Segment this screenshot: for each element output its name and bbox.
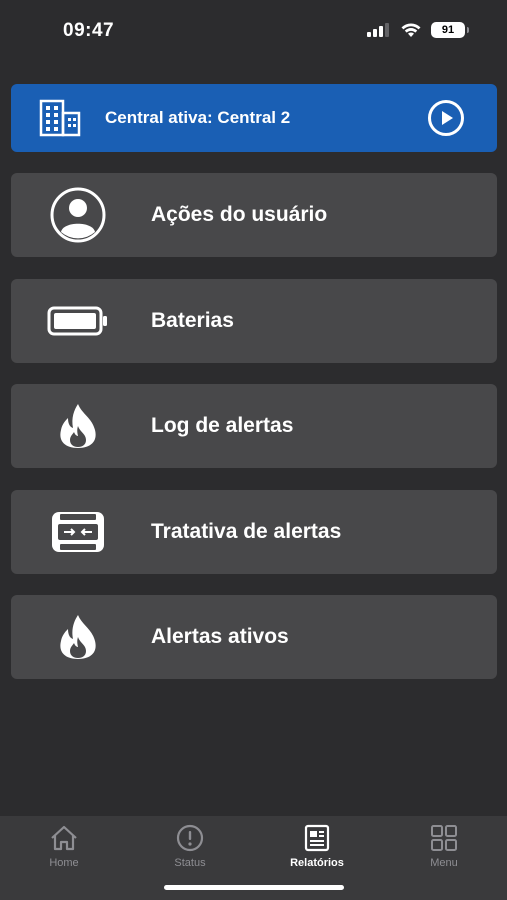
menu-item-label: Tratativa de alertas xyxy=(151,520,342,543)
menu-item-label: Alertas ativos xyxy=(151,625,289,648)
user-icon xyxy=(41,185,115,245)
central-banner[interactable]: Central ativa: Central 2 xyxy=(11,84,497,152)
signal-icon xyxy=(367,23,389,37)
alert-circle-icon xyxy=(176,824,204,852)
tab-label: Status xyxy=(174,857,206,869)
home-indicator[interactable] xyxy=(164,885,344,890)
status-bar: 09:47 91 xyxy=(0,0,507,60)
fire-icon xyxy=(41,396,115,456)
tab-label: Home xyxy=(49,857,79,869)
battery-icon xyxy=(41,291,115,351)
menu-item-baterias[interactable]: Baterias xyxy=(11,279,497,363)
menu-item-label: Log de alertas xyxy=(151,414,294,437)
tab-label: Relatórios xyxy=(290,857,344,869)
menu-item-acoes-do-usuario[interactable]: Ações do usuário xyxy=(11,173,497,257)
grid-icon xyxy=(431,825,457,851)
menu-item-alertas-ativos[interactable]: Alertas ativos xyxy=(11,595,497,679)
report-icon xyxy=(304,824,330,852)
menu-item-label: Baterias xyxy=(151,309,234,332)
building-icon xyxy=(39,99,81,137)
tab-relatorios[interactable]: Relatórios xyxy=(267,824,367,874)
fire-icon xyxy=(41,607,115,667)
home-icon xyxy=(51,825,77,851)
tab-label: Menu xyxy=(430,857,458,869)
tab-status[interactable]: Status xyxy=(140,824,240,874)
tab-home[interactable]: Home xyxy=(14,824,114,874)
menu-item-tratativa-de-alertas[interactable]: Tratativa de alertas xyxy=(11,490,497,574)
menu-item-label: Ações do usuário xyxy=(151,203,328,226)
status-icons: 91 xyxy=(367,22,469,38)
wifi-icon xyxy=(401,23,421,37)
battery-indicator: 91 xyxy=(431,22,469,38)
menu-item-log-de-alertas[interactable]: Log de alertas xyxy=(11,384,497,468)
tab-menu[interactable]: Menu xyxy=(394,824,494,874)
central-label: Central ativa: Central 2 xyxy=(105,108,291,127)
status-time: 09:47 xyxy=(63,20,115,41)
panel-device-icon xyxy=(41,502,115,562)
play-icon[interactable] xyxy=(427,99,465,137)
